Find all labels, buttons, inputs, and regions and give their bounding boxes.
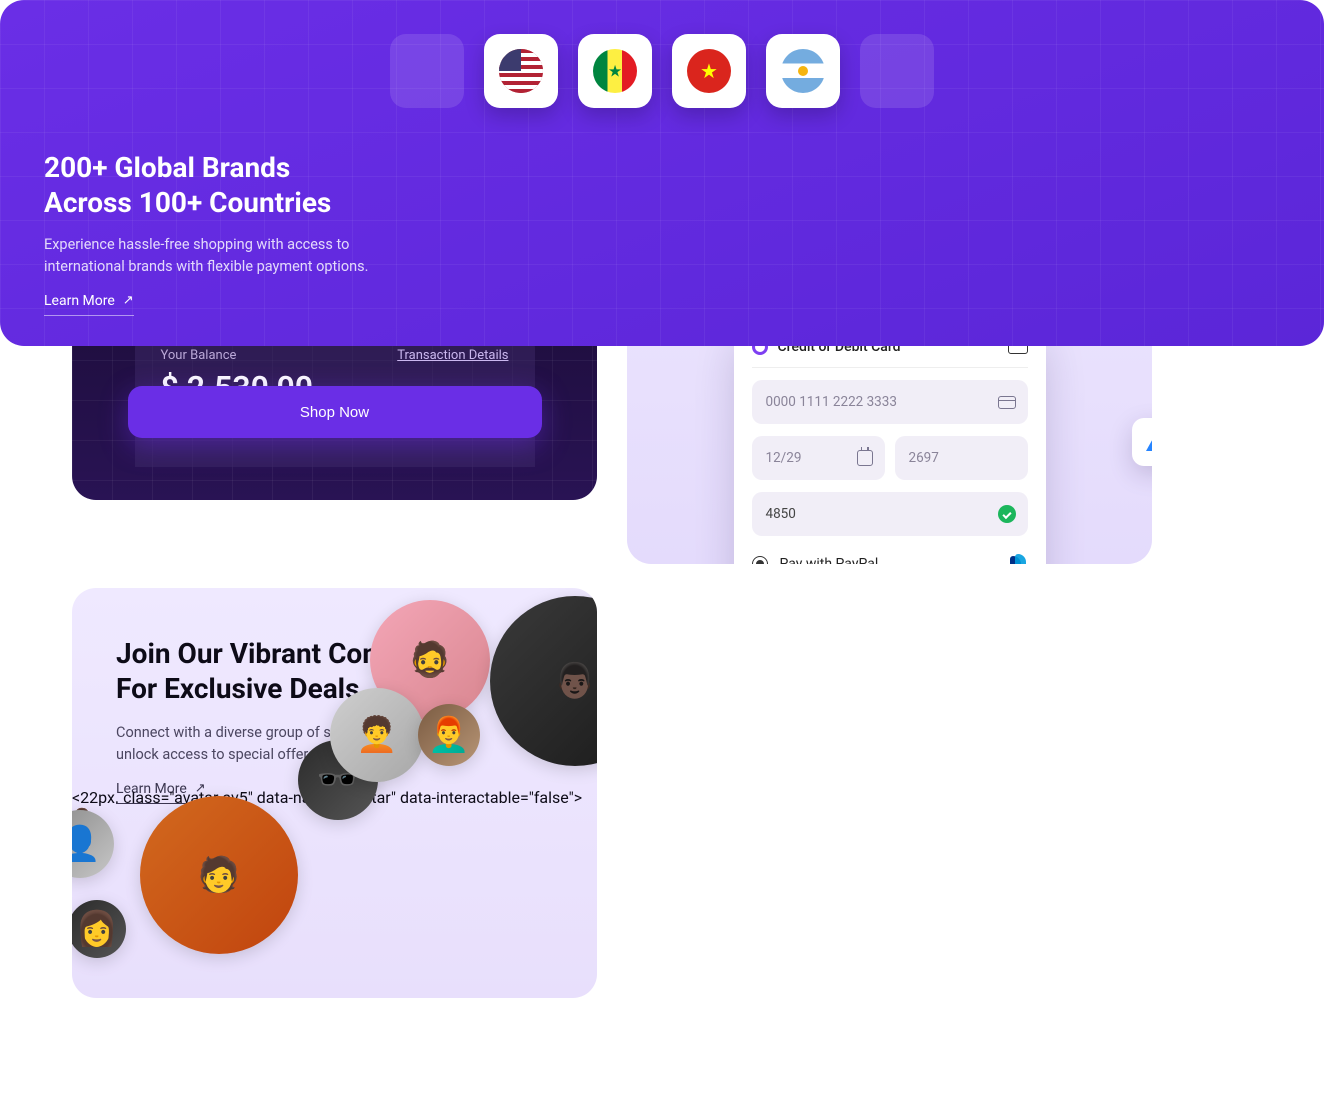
brands-learn-more-link[interactable]: Learn More ↗ <box>44 293 134 316</box>
avatar: 🧑 <box>140 796 298 954</box>
community-avatars: 👤 👩 🧑 🕶️ <22px. class="avatar av5" data-… <box>72 788 597 998</box>
brands-subtitle: Experience hassle-free shopping with acc… <box>44 234 404 279</box>
card-number-input[interactable]: 0000 1111 2222 3333 <box>752 380 1028 424</box>
avatar: 👨‍🦰 <box>418 704 480 766</box>
avatar: 👩 <box>72 900 126 958</box>
brands-title: 200+ Global Brands Across 100+ Countries <box>44 150 1280 220</box>
atlassian-badge <box>1132 418 1152 466</box>
flag-argentina <box>766 34 840 108</box>
expiry-input[interactable]: 12/29 <box>752 436 885 480</box>
flag-tile <box>390 34 464 108</box>
atlassian-icon <box>1146 433 1152 451</box>
paypal-icon <box>1010 554 1028 564</box>
shop-now-button[interactable]: Shop Now <box>128 386 542 438</box>
flag-senegal <box>578 34 652 108</box>
radio-icon <box>752 556 768 564</box>
payment-form: Credit or Debit Card 0000 1111 2222 3333… <box>734 321 1046 564</box>
card-icon <box>998 396 1016 409</box>
community-card: Join Our Vibrant Community For Exclusive… <box>72 588 597 998</box>
pin-input[interactable]: 4850 <box>752 492 1028 536</box>
balance-label: Your Balance <box>161 348 237 363</box>
flag-vietnam <box>672 34 746 108</box>
cvv-input[interactable]: 2697 <box>895 436 1028 480</box>
brands-card: 200+ Global Brands Across 100+ Countries… <box>0 0 1324 346</box>
avatar: 👨🏿 <box>490 596 597 766</box>
avatar: 🧑‍🦱 <box>330 688 424 782</box>
country-flags <box>0 34 1324 108</box>
flag-us <box>484 34 558 108</box>
avatar: 👤 <box>72 810 114 878</box>
flag-tile <box>860 34 934 108</box>
paypal-option[interactable]: Pay with PayPal <box>752 554 1028 564</box>
arrow-icon: ↗ <box>123 293 134 308</box>
calendar-icon <box>857 450 873 466</box>
transaction-details-link[interactable]: Transaction Details <box>397 348 508 363</box>
